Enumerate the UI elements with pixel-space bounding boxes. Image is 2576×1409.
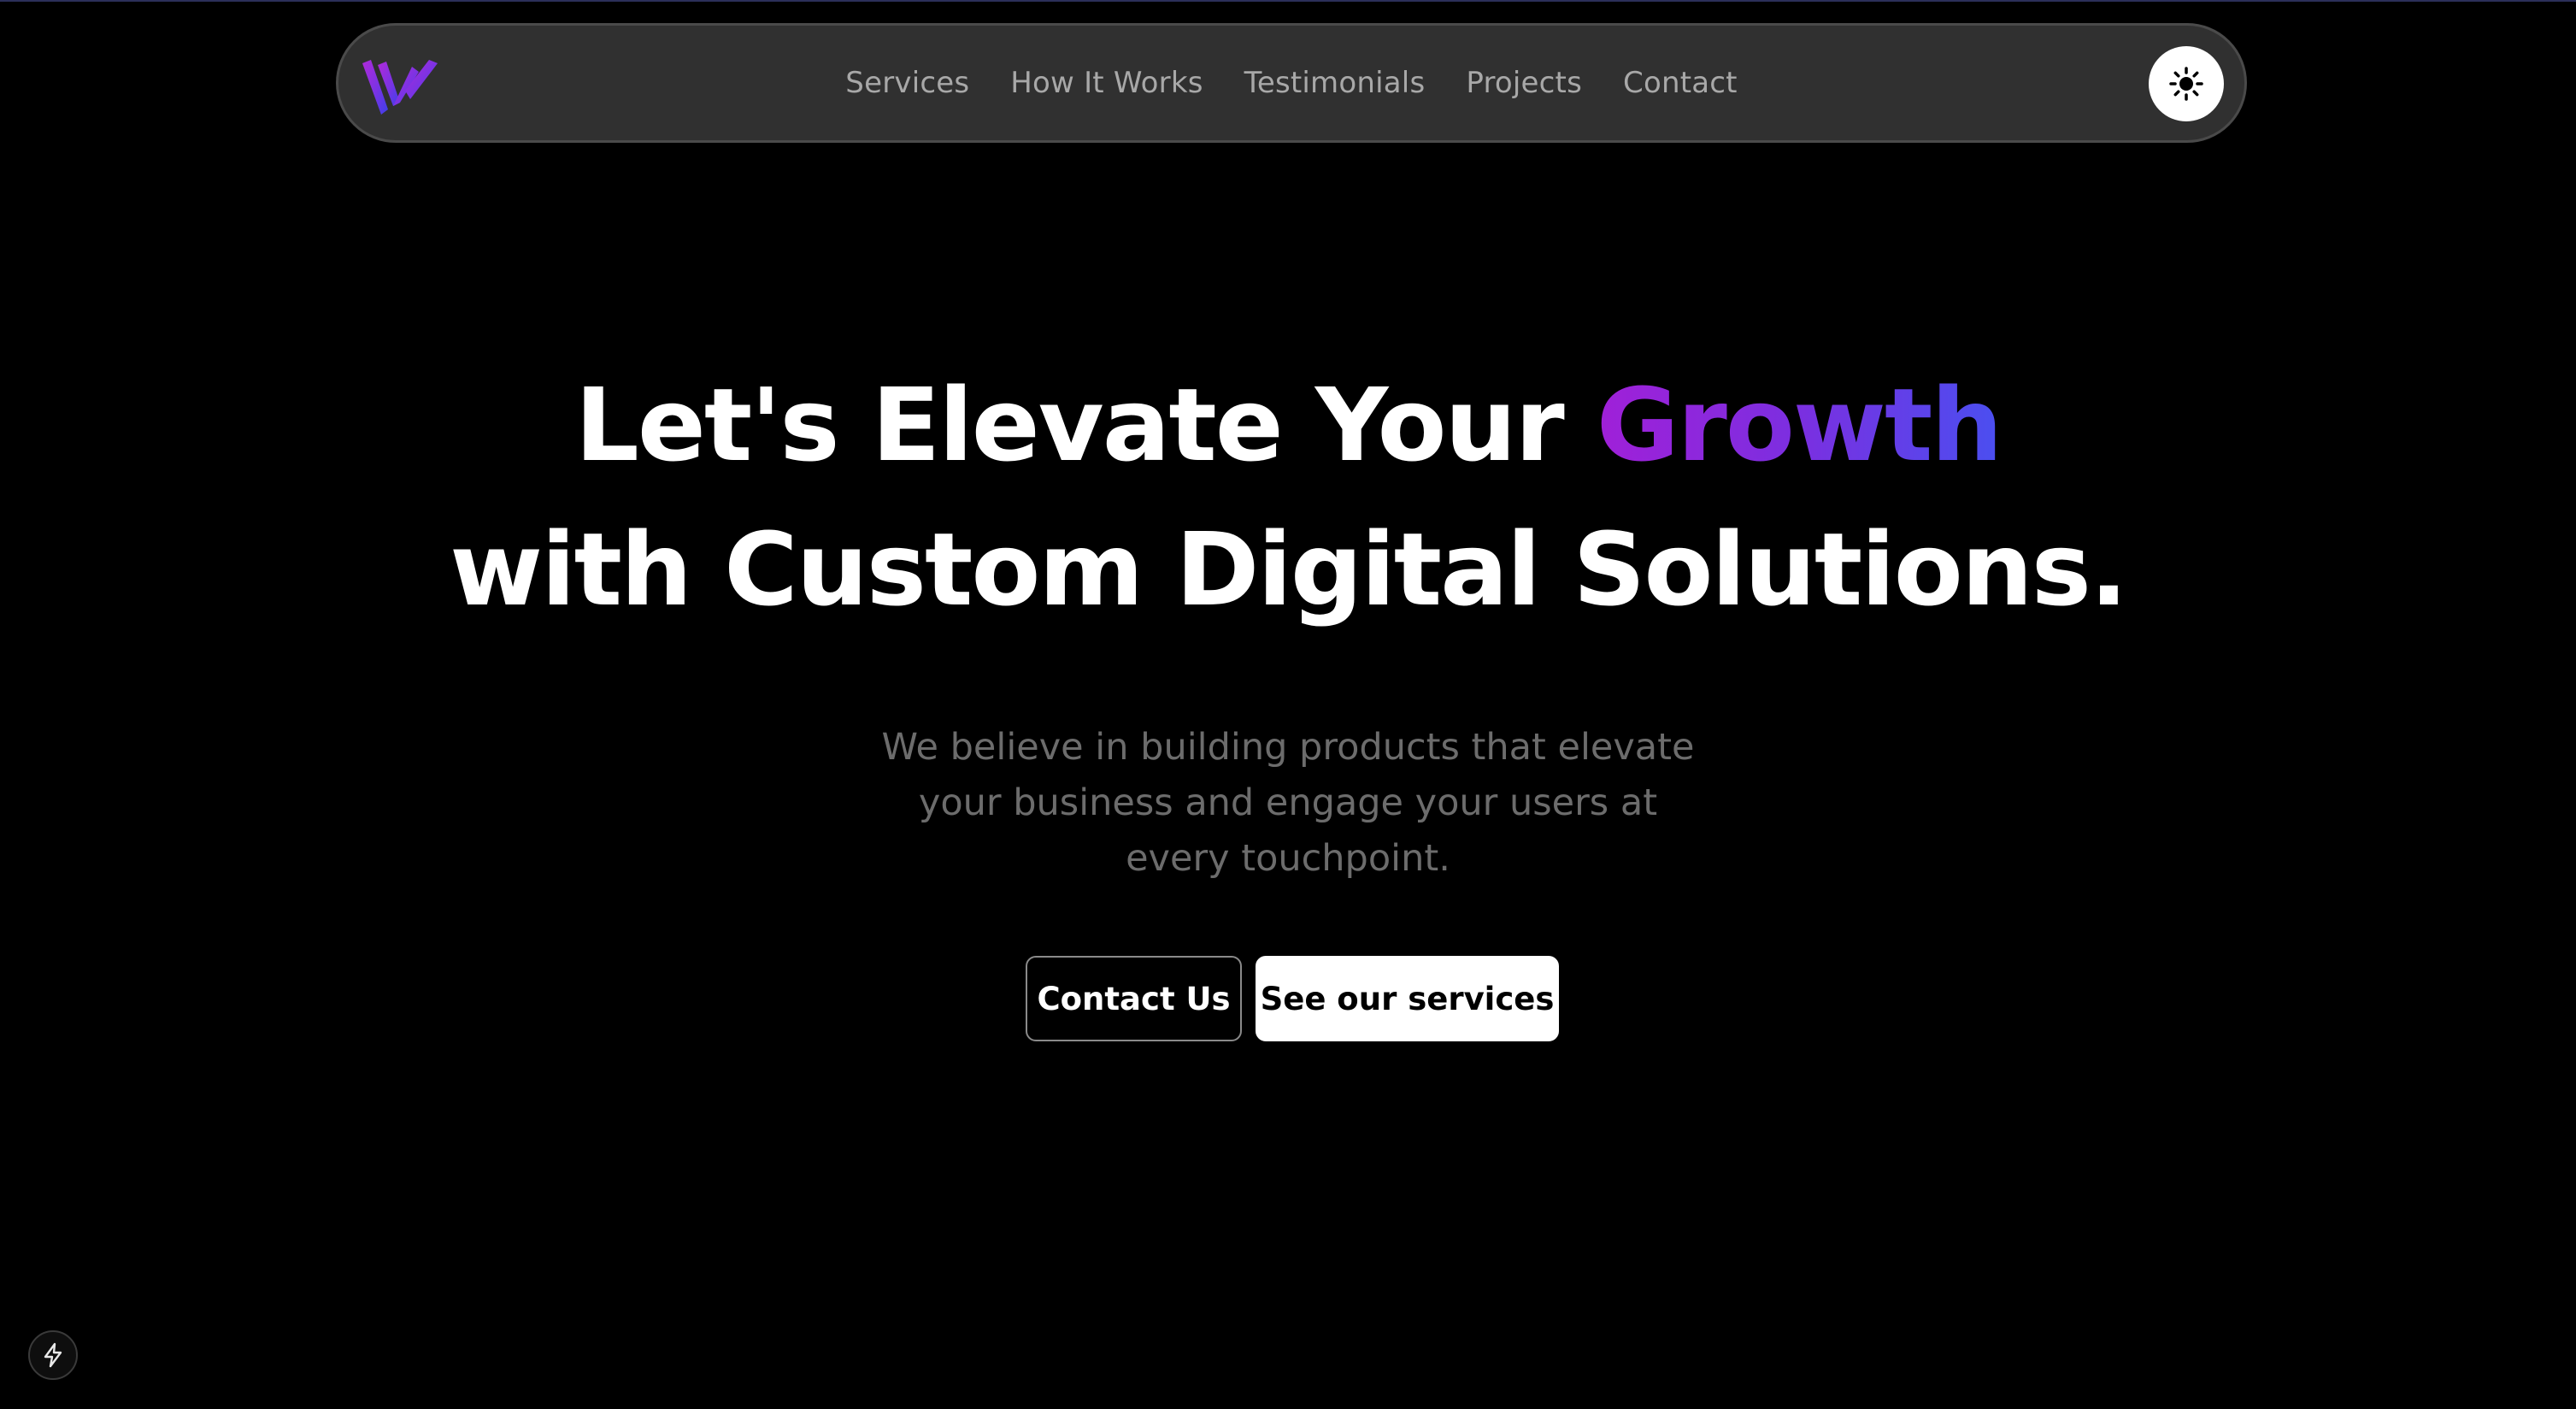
hero-subtitle: We believe in building products that ele… <box>861 720 1715 887</box>
navbar: Services How It Works Testimonials Proje… <box>336 23 2247 143</box>
landing-page: Services How It Works Testimonials Proje… <box>0 0 2576 1409</box>
top-border-line <box>0 0 2576 2</box>
nav-link-contact[interactable]: Contact <box>1623 66 1738 100</box>
nav-link-how-it-works[interactable]: How It Works <box>1010 66 1203 100</box>
dev-tools-badge[interactable] <box>28 1330 78 1380</box>
hero-title-line-2: with Custom Digital Solutions. <box>450 510 2128 628</box>
lightning-bolt-icon <box>44 1342 62 1368</box>
hero-subtitle-line: your business and engage your users at <box>918 781 1658 824</box>
contact-us-button[interactable]: Contact Us <box>1026 956 1242 1041</box>
nav-link-services[interactable]: Services <box>845 66 969 100</box>
hero-subtitle-line: every touchpoint. <box>1126 837 1450 880</box>
nav-links: Services How It Works Testimonials Proje… <box>338 26 2244 140</box>
hero-title-line-1: Let's Elevate Your Growth <box>0 366 2576 484</box>
theme-toggle-button[interactable] <box>2149 46 2224 121</box>
hero-title-highlight: Growth <box>1596 366 2003 484</box>
hero-title-prefix: Let's Elevate Your <box>574 366 1597 484</box>
nav-link-testimonials[interactable]: Testimonials <box>1244 66 1426 100</box>
see-services-button[interactable]: See our services <box>1256 956 1559 1041</box>
sun-icon <box>2169 67 2203 101</box>
cta-buttons: Contact Us See our services <box>1026 956 1559 1041</box>
nav-link-projects[interactable]: Projects <box>1466 66 1582 100</box>
hero-subtitle-line: We believe in building products that ele… <box>881 726 1695 769</box>
